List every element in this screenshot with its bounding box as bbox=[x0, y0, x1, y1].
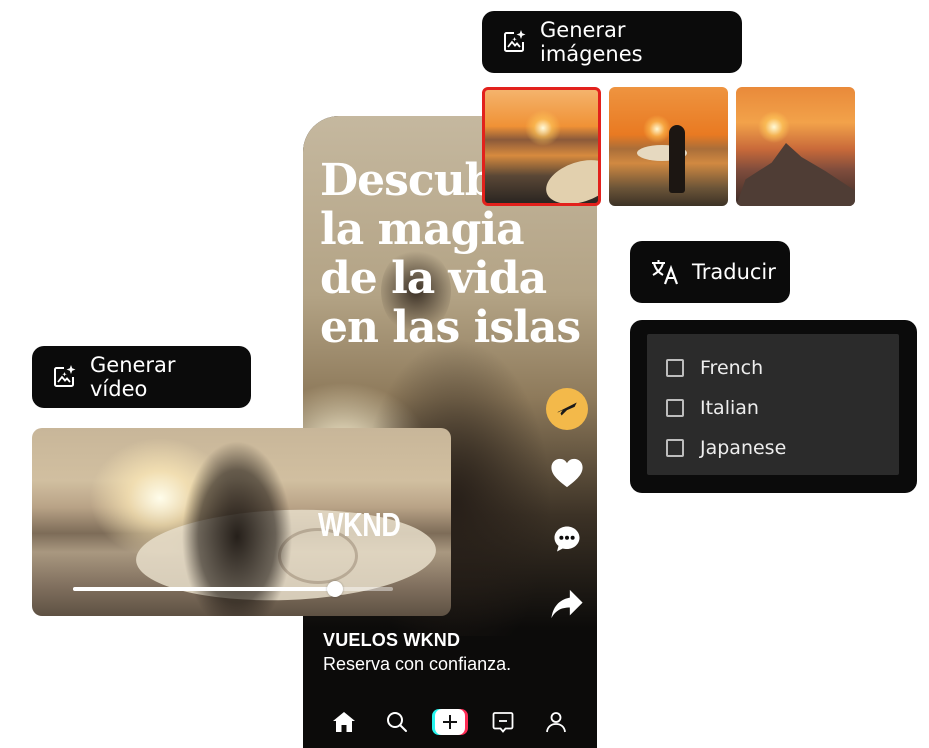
language-option-italian[interactable]: Italian bbox=[666, 388, 899, 428]
video-title: WKND bbox=[318, 506, 401, 543]
bottom-nav bbox=[303, 702, 597, 742]
generate-images-button[interactable]: Generar imágenes bbox=[482, 11, 742, 73]
comment-icon bbox=[554, 526, 580, 552]
create-icon bbox=[443, 715, 457, 729]
generated-image-3[interactable] bbox=[736, 87, 855, 206]
video-scrubber-progress bbox=[73, 587, 335, 591]
translate-button[interactable]: Traducir bbox=[630, 241, 790, 303]
language-option-french[interactable]: French bbox=[666, 348, 899, 388]
nav-search[interactable] bbox=[382, 707, 412, 737]
checkbox-italian[interactable] bbox=[666, 399, 684, 417]
search-icon bbox=[387, 712, 407, 732]
translate-icon bbox=[652, 260, 679, 285]
like-button[interactable] bbox=[546, 452, 588, 494]
sparkle-image-icon bbox=[504, 30, 526, 52]
airplane-icon bbox=[557, 402, 577, 416]
headline-line-2: la magia bbox=[320, 204, 525, 255]
language-panel: French Italian Japanese bbox=[630, 320, 917, 493]
share-button[interactable] bbox=[546, 583, 588, 625]
brand-tagline: Reserva con confianza. bbox=[323, 654, 512, 674]
language-option-japanese[interactable]: Japanese bbox=[666, 428, 899, 468]
profile-icon bbox=[546, 712, 566, 733]
nav-profile[interactable] bbox=[541, 707, 571, 737]
share-icon bbox=[551, 589, 583, 619]
brand-name: VUELOS WKND bbox=[323, 630, 461, 650]
generate-video-label: Generar vídeo bbox=[90, 353, 176, 401]
nav-inbox[interactable] bbox=[488, 707, 518, 737]
language-label: French bbox=[700, 357, 764, 379]
checkbox-japanese[interactable] bbox=[666, 439, 684, 457]
checkbox-french[interactable] bbox=[666, 359, 684, 377]
heart-icon bbox=[551, 458, 583, 488]
generate-images-label: Generar imágenes bbox=[540, 18, 643, 66]
language-list: French Italian Japanese bbox=[647, 334, 899, 475]
video-preview[interactable]: WKND bbox=[32, 428, 451, 616]
generated-image-1-selected[interactable] bbox=[482, 87, 601, 206]
create-button[interactable] bbox=[435, 709, 465, 735]
translate-label: Traducir bbox=[692, 260, 776, 284]
brand-block: VUELOS WKND Reserva con confianza. bbox=[323, 630, 511, 675]
generate-video-button[interactable]: Generar vídeo bbox=[32, 346, 251, 408]
language-label: Japanese bbox=[700, 437, 787, 459]
surfboard-shape bbox=[540, 152, 598, 203]
surfer-shape bbox=[669, 125, 685, 193]
inbox-icon bbox=[492, 712, 514, 733]
generated-image-2[interactable] bbox=[609, 87, 728, 206]
mountain-shape bbox=[736, 143, 855, 206]
comment-button[interactable] bbox=[546, 518, 588, 560]
sparkle-image-icon bbox=[54, 365, 76, 387]
headline-line-3: de la vida bbox=[320, 253, 547, 304]
home-icon bbox=[333, 712, 355, 732]
video-scrubber-handle[interactable] bbox=[327, 581, 343, 597]
language-label: Italian bbox=[700, 397, 759, 419]
nav-create[interactable] bbox=[435, 707, 465, 737]
headline-line-4: en las islas bbox=[320, 302, 581, 353]
flight-button[interactable] bbox=[546, 388, 588, 430]
nav-home[interactable] bbox=[329, 707, 359, 737]
